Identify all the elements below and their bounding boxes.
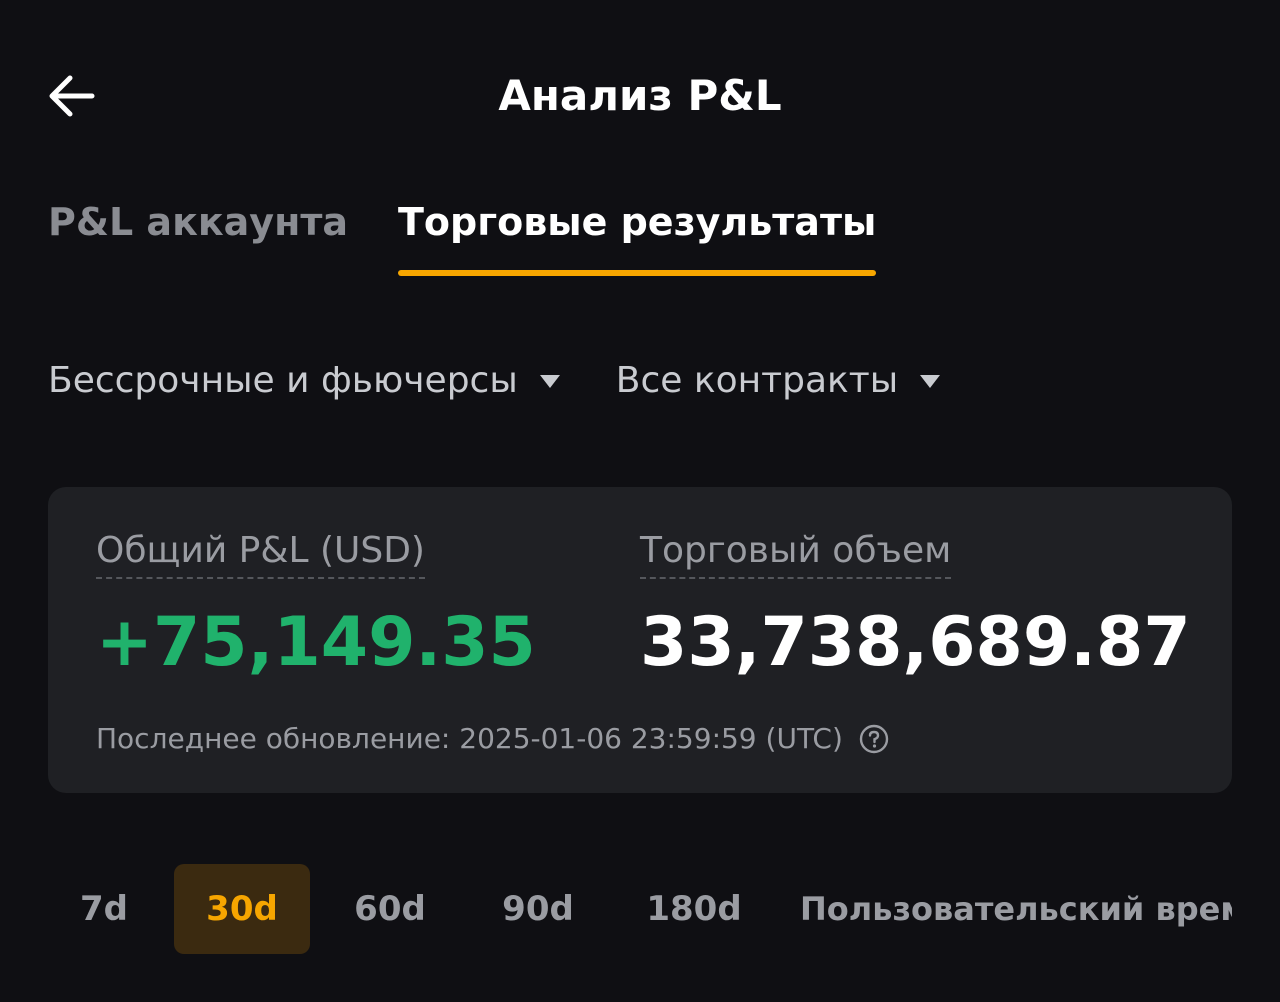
total-pnl-block: Общий P&L (USD) +75,149.35 (96, 527, 536, 683)
period-30d[interactable]: 30d (174, 864, 310, 954)
period-7d[interactable]: 7d (48, 864, 160, 954)
period-custom[interactable]: Пользовательский врем (800, 864, 1232, 954)
period-90d[interactable]: 90d (470, 864, 606, 954)
caret-down-icon (539, 374, 560, 388)
trading-volume-label[interactable]: Торговый объем (640, 527, 952, 579)
tab-account-pnl[interactable]: P&L аккаунта (48, 194, 348, 278)
last-updated-row: Последнее обновление: 2025-01-06 23:59:5… (96, 719, 889, 759)
contracts-filter-dropdown[interactable]: Все контракты (615, 354, 941, 408)
period-180d[interactable]: 180d (618, 864, 770, 954)
filter-bar: Бессрочные и фьючерсы Все контракты (48, 354, 941, 408)
product-filter-dropdown[interactable]: Бессрочные и фьючерсы (48, 354, 560, 408)
summary-card: Общий P&L (USD) +75,149.35 Торговый объе… (48, 487, 1232, 793)
caret-down-icon (920, 374, 941, 388)
trading-volume-value: 33,738,689.87 (640, 603, 1191, 682)
tab-trading-results[interactable]: Торговые результаты (398, 194, 877, 278)
period-selector: 7d 30d 60d 90d 180d Пользовательский вре… (48, 864, 1232, 954)
last-updated-text: Последнее обновление: 2025-01-06 23:59:5… (96, 722, 843, 755)
contracts-filter-label: Все контракты (615, 360, 899, 401)
trading-volume-block: Торговый объем 33,738,689.87 (640, 527, 1191, 683)
tab-bar: P&L аккаунта Торговые результаты (48, 194, 877, 278)
total-pnl-value: +75,149.35 (96, 603, 536, 682)
period-60d[interactable]: 60d (322, 864, 458, 954)
product-filter-label: Бессрочные и фьючерсы (48, 360, 518, 401)
question-circle-icon[interactable] (859, 724, 889, 754)
page-title: Анализ P&L (498, 71, 782, 120)
total-pnl-label[interactable]: Общий P&L (USD) (96, 527, 425, 579)
